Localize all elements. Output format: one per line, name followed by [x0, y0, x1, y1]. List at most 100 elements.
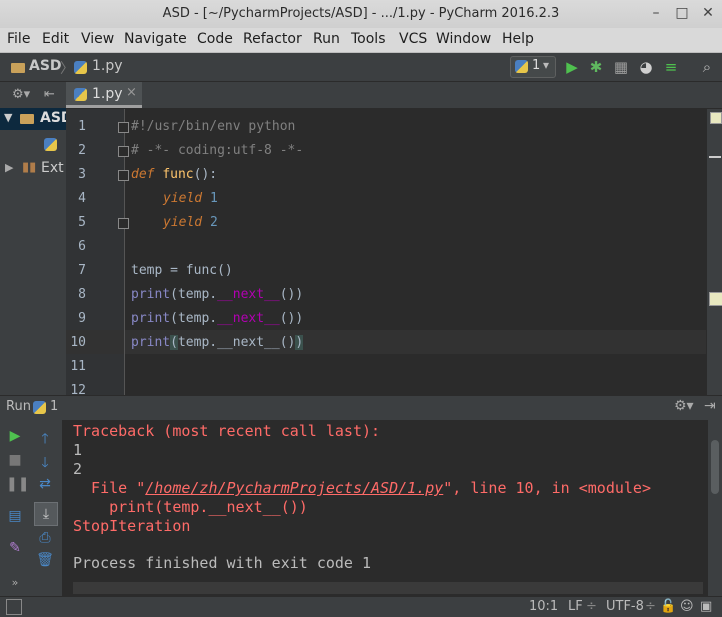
- python-file-icon: [74, 61, 87, 74]
- console-line: Traceback (most recent call last):: [73, 422, 381, 440]
- run-configuration-selector[interactable]: 1 ▾: [510, 56, 556, 78]
- breadcrumb-file[interactable]: 1.py: [92, 58, 123, 74]
- more-icon[interactable]: »: [6, 576, 24, 589]
- breadcrumb-separator: 〉: [60, 61, 74, 77]
- inspection-status-icon[interactable]: [710, 112, 722, 124]
- lock-icon[interactable]: 🔓: [660, 599, 676, 614]
- hide-panel-icon[interactable]: ⇤: [44, 87, 55, 102]
- rerun-icon[interactable]: ▶: [6, 428, 24, 444]
- code-line-1: #!/usr/bin/env python: [131, 119, 296, 134]
- code-editor[interactable]: 1 2 3 4 5 6 7 8 9 10 11 12 #!/usr/bin/en…: [66, 109, 706, 395]
- python-file-icon[interactable]: [44, 138, 57, 151]
- library-icon: ▮▮: [22, 160, 37, 175]
- tool-windows-icon[interactable]: [6, 599, 22, 615]
- run-config-label: 1: [532, 58, 541, 73]
- profile-icon[interactable]: ◕: [637, 58, 655, 76]
- line-number: 12: [70, 383, 86, 395]
- clear-all-icon[interactable]: 🗑: [36, 552, 54, 568]
- editor-scrollbar[interactable]: [706, 109, 722, 395]
- soft-wrap-icon[interactable]: ⇄: [36, 476, 54, 492]
- print-icon[interactable]: ⎙: [36, 530, 54, 546]
- menu-refactor[interactable]: Refactor: [243, 31, 302, 47]
- menu-code[interactable]: Code: [197, 31, 233, 47]
- code-line-2: # -*- coding:utf-8 -*-: [131, 143, 304, 158]
- run-console[interactable]: Traceback (most recent call last): 1 2 F…: [63, 420, 708, 596]
- event-log-icon[interactable]: ▣: [700, 599, 712, 614]
- breadcrumb-project[interactable]: ASD: [29, 58, 62, 74]
- navigation-bar: ASD 〉 1.py 1 ▾ ▶ ✱ ▦ ◕ ≡ ⌕: [0, 53, 722, 82]
- traceback-file-link[interactable]: /home/zh/PycharmProjects/ASD/1.py: [145, 479, 443, 497]
- error-stripe-marker[interactable]: [709, 292, 722, 306]
- menu-window[interactable]: Window: [436, 31, 491, 47]
- run-tab-label[interactable]: 1: [50, 399, 58, 414]
- scroll-to-end-icon[interactable]: ⤓: [34, 502, 58, 526]
- concurrency-icon[interactable]: ≡: [662, 58, 680, 76]
- fold-marker-icon[interactable]: [118, 146, 129, 157]
- fold-marker-icon[interactable]: [118, 122, 129, 133]
- line-number: 8: [78, 287, 86, 302]
- restore-layout-icon[interactable]: ▤: [6, 508, 24, 524]
- up-arrow-icon[interactable]: 🡑: [36, 428, 54, 452]
- close-button[interactable]: ✕: [700, 5, 716, 21]
- editor-tabs: 1.py ×: [66, 82, 722, 109]
- console-horizontal-scrollbar[interactable]: [73, 582, 703, 594]
- chevron-down-icon: ▾: [543, 58, 550, 72]
- line-separator[interactable]: LF: [568, 599, 583, 614]
- menu-file[interactable]: File: [7, 31, 30, 47]
- scrollbar-thumb[interactable]: [711, 440, 719, 494]
- line-number: 3: [78, 167, 86, 182]
- line-number: 11: [70, 359, 86, 374]
- menu-tools[interactable]: Tools: [351, 31, 386, 47]
- fold-marker-icon[interactable]: [118, 170, 129, 181]
- fold-marker-icon[interactable]: [118, 218, 129, 229]
- stop-icon[interactable]: ■: [6, 452, 24, 468]
- code-line-7: temp = func(): [131, 263, 233, 278]
- pause-icon[interactable]: ❚❚: [6, 476, 29, 492]
- sidebar-item-label: Ext: [41, 160, 64, 176]
- tree-expanded-icon: ▼: [4, 111, 13, 124]
- console-line: File "/home/zh/PycharmProjects/ASD/1.py"…: [73, 479, 651, 497]
- down-arrow-icon[interactable]: 🡓: [36, 452, 54, 476]
- menu-navigate[interactable]: Navigate: [124, 31, 187, 47]
- hide-panel-icon[interactable]: ⇥: [704, 398, 716, 414]
- sidebar-item-asd[interactable]: ▼ ASD: [0, 108, 73, 130]
- console-line: Process finished with exit code 1: [73, 554, 372, 572]
- code-line-9: print(temp.__next__()): [131, 311, 304, 326]
- error-stripe-marker[interactable]: [709, 156, 721, 158]
- project-panel: ⚙▾ ⇤ ▼ ASD ▶ ▮▮ Ext: [0, 82, 73, 394]
- file-encoding[interactable]: UTF-8: [606, 599, 644, 614]
- pin-icon[interactable]: ✎: [6, 540, 24, 556]
- line-number: 6: [78, 239, 86, 254]
- gear-icon[interactable]: ⚙▾: [12, 87, 30, 102]
- minimize-button[interactable]: –: [648, 5, 664, 21]
- python-file-icon: [74, 88, 87, 101]
- menu-run[interactable]: Run: [313, 31, 340, 47]
- console-line: print(temp.__next__()): [73, 498, 308, 516]
- brace-match: (: [170, 335, 178, 350]
- coverage-icon[interactable]: ▦: [612, 58, 630, 76]
- line-number: 2: [78, 143, 86, 158]
- close-tab-icon[interactable]: ×: [126, 85, 137, 100]
- menu-view[interactable]: View: [81, 31, 114, 47]
- python-config-icon: [515, 60, 528, 73]
- line-number: 1: [78, 119, 86, 134]
- sidebar-item-external-libraries[interactable]: ▶ ▮▮ Ext: [0, 158, 66, 180]
- console-line: 2: [73, 460, 83, 478]
- title-bar: ASD - [~/PycharmProjects/ASD] - .../1.py…: [0, 0, 722, 28]
- debug-icon[interactable]: ✱: [587, 58, 605, 76]
- maximize-button[interactable]: □: [674, 5, 690, 21]
- inspector-icon[interactable]: ☺: [680, 599, 694, 614]
- console-scrollbar[interactable]: [708, 420, 722, 596]
- tab-1-py[interactable]: 1.py ×: [66, 82, 142, 108]
- caret-position[interactable]: 10:1: [529, 599, 558, 614]
- menu-bar: File Edit View Navigate Code Refactor Ru…: [0, 28, 722, 53]
- run-icon[interactable]: ▶: [563, 58, 581, 76]
- menu-vcs[interactable]: VCS: [399, 31, 427, 47]
- folder-icon: [20, 114, 34, 124]
- gear-icon[interactable]: ⚙▾: [674, 398, 694, 414]
- menu-help[interactable]: Help: [502, 31, 534, 47]
- line-number: 9: [78, 311, 86, 326]
- menu-edit[interactable]: Edit: [42, 31, 69, 47]
- tab-label: 1.py: [92, 86, 123, 102]
- search-everywhere-icon[interactable]: ⌕: [698, 58, 716, 76]
